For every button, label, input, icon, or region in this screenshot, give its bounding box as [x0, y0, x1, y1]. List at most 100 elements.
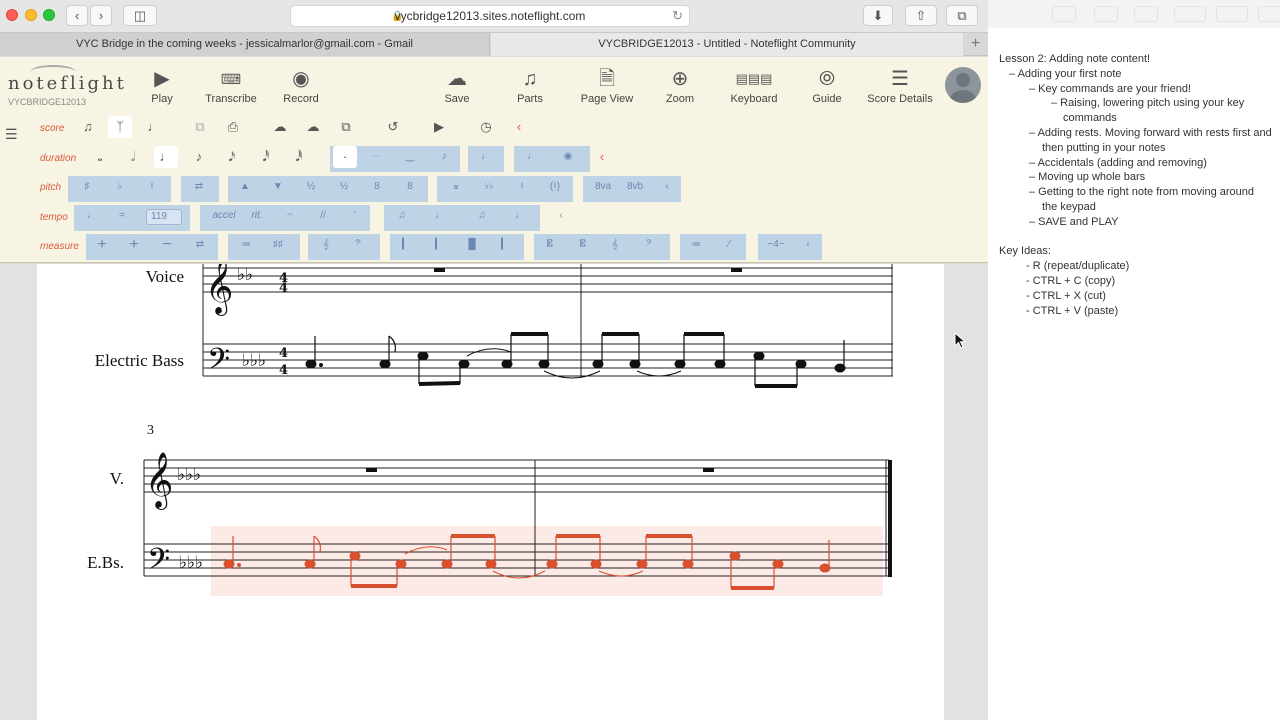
share-note-icon[interactable] [1258, 6, 1280, 22]
accel-icon[interactable]: accel [212, 205, 236, 227]
tenor-clef-icon[interactable]: 𝄡 [571, 234, 595, 256]
insert-measure-icon[interactable]: + [122, 234, 146, 256]
natural-icon[interactable]: ♮ [140, 176, 164, 198]
lower-half-step-icon[interactable]: ½ [332, 176, 356, 198]
volta-icon[interactable]: ≔ [684, 234, 708, 256]
zoom-button[interactable]: ⊕ Zoom [640, 65, 720, 105]
page-view-button[interactable]: 🗎 Page View [567, 65, 647, 105]
avatar[interactable] [945, 67, 981, 103]
lower-octave-icon[interactable]: 8 [398, 176, 422, 198]
enharmonic-icon[interactable]: ⇄ [187, 176, 211, 198]
media-icon[interactable] [1216, 6, 1248, 22]
collapse-icon[interactable]: ‹ [507, 116, 531, 138]
bass-8-clef-icon[interactable]: 𝄢 [637, 234, 661, 256]
tuning-fork-icon[interactable]: ᛉ [108, 116, 132, 138]
history-icon[interactable]: ↺ [381, 116, 405, 138]
whole-note-icon[interactable]: 𝅝 [88, 146, 112, 168]
raise-half-step-icon[interactable]: ½ [299, 176, 323, 198]
zoom-window-button[interactable] [43, 9, 55, 21]
menu-icon[interactable]: ☰ [5, 126, 23, 142]
share-button[interactable]: ⇧ [905, 5, 937, 26]
score-notation[interactable]: Voice Electric Bass 3 V. E.Bs. 𝄞 ♭♭ 4 4 … [37, 264, 944, 720]
lower-pitch-icon[interactable]: ▼ [266, 176, 290, 198]
notes-body[interactable]: Lesson 2: Adding note content! – Adding y… [999, 52, 1280, 318]
download-icon[interactable]: ☁ [301, 116, 325, 138]
swing-icon[interactable]: ♫ [390, 205, 414, 227]
double-sharp-icon[interactable]: 𝄪 [444, 176, 468, 198]
sharp-icon[interactable]: ♯ [75, 176, 99, 198]
sixteenth-note-icon[interactable]: 𝅘𝅥𝅯 [220, 146, 244, 168]
format-icon[interactable] [1134, 6, 1158, 22]
record-button[interactable]: ◉ Record [261, 65, 341, 105]
tempo-input[interactable]: 119 [146, 209, 182, 225]
table-icon[interactable] [1052, 6, 1076, 22]
tab-overview-button[interactable]: ⧉ [946, 5, 978, 26]
triplet-swing-icon[interactable]: ♩ [508, 205, 532, 227]
tab-noteflight[interactable]: VYCBRIDGE12013 - Untitled - Noteflight C… [491, 33, 963, 56]
courtesy-accidental-icon[interactable]: ♮ [510, 176, 534, 198]
shuffle-icon[interactable]: ♫ [470, 205, 494, 227]
back-button[interactable]: ‹ [66, 5, 88, 26]
pitch-collapse-icon[interactable]: ‹ [655, 176, 679, 198]
measure-collapse-icon[interactable]: ‹ [796, 234, 820, 256]
multi-rest-icon[interactable]: −4− [764, 234, 788, 256]
treble-clef-icon[interactable]: 𝄞 [314, 234, 338, 256]
score-details-button[interactable]: ☰ Score Details [860, 65, 940, 105]
score-sheet-icon[interactable]: ♩ [142, 116, 166, 138]
breath-mark-icon[interactable]: ’ [343, 205, 367, 227]
forward-button[interactable]: › [90, 5, 112, 26]
delete-measure-icon[interactable]: − [155, 234, 179, 256]
time-signature-icon[interactable]: ≔ [234, 234, 258, 256]
url-bar[interactable]: 🔒 vycbridge12013.sites.noteflight.com ↻ [290, 5, 690, 27]
reload-icon[interactable]: ↻ [672, 8, 683, 24]
bass-clef-icon[interactable]: 𝄢 [346, 234, 370, 256]
key-signature-icon[interactable]: ♯♯ [266, 234, 290, 256]
minimize-window-button[interactable] [25, 9, 37, 21]
raise-pitch-icon[interactable]: ▲ [233, 176, 257, 198]
double-dot-icon[interactable]: ·· [364, 146, 388, 168]
tempo-collapse-icon[interactable]: ‹ [549, 205, 573, 227]
caesura-icon[interactable]: // [311, 205, 335, 227]
grace-note-icon[interactable]: ♪ [432, 146, 456, 168]
rit-icon[interactable]: rit. [245, 205, 269, 227]
barline-repeat-icon[interactable]: ▎ [493, 234, 517, 256]
parts-button[interactable]: ♫ Parts [490, 65, 570, 105]
triplet-icon[interactable]: ♩ [474, 146, 498, 168]
straight-icon[interactable]: ♩ [428, 205, 452, 227]
eighth-note-icon[interactable]: ♪ [187, 146, 211, 168]
add-measure-icon[interactable]: + [90, 234, 114, 256]
ottava-up-icon[interactable]: 8va [591, 176, 615, 198]
upload-icon[interactable]: ☁ [268, 116, 292, 138]
tempo-note-icon[interactable]: ♩ [80, 205, 104, 227]
keyboard-button[interactable]: ▤▤▤ Keyboard [714, 65, 794, 105]
save-button[interactable]: ☁ Save [417, 65, 497, 105]
parenthesized-accidental-icon[interactable]: (♮) [543, 176, 567, 198]
instrument-icon[interactable]: ♫ [76, 116, 100, 138]
tie-icon[interactable]: ‿ [398, 146, 422, 168]
quarter-note-icon[interactable]: ♩ [154, 146, 178, 168]
barline-single-icon[interactable]: ▎ [394, 234, 418, 256]
barline-double-icon[interactable]: ▎ [427, 234, 451, 256]
flat-icon[interactable]: ♭ [108, 176, 132, 198]
metronome-icon[interactable]: ◷ [474, 116, 498, 138]
downloads-button[interactable]: ⬇ [863, 5, 893, 26]
lock-note-icon[interactable] [1174, 6, 1206, 22]
close-window-button[interactable] [6, 9, 18, 21]
fermata-icon[interactable]: 𝄐 [278, 205, 302, 227]
sidebar-toggle-button[interactable]: ◫ [123, 5, 157, 26]
treble-8-clef-icon[interactable]: 𝄞 [603, 234, 627, 256]
transcribe-button[interactable]: ⌨ Transcribe [191, 65, 271, 105]
voice-toggle-icon[interactable]: ◉ [556, 146, 580, 168]
tab-gmail[interactable]: VYC Bridge in the coming weeks - jessica… [0, 33, 490, 56]
print-icon[interactable]: ⎙ [221, 116, 245, 138]
duplicate-icon[interactable]: ⧉ [334, 116, 358, 138]
copy-icon[interactable]: ⧉ [188, 116, 212, 138]
new-tab-button[interactable]: + [963, 33, 988, 56]
play-button[interactable]: ▶ Play [122, 65, 202, 105]
alto-clef-icon[interactable]: 𝄡 [538, 234, 562, 256]
playback-icon[interactable]: ▶ [427, 116, 451, 138]
coda-icon[interactable]: ∕ [717, 234, 741, 256]
guide-button[interactable]: ⦾ Guide [787, 65, 867, 105]
raise-octave-icon[interactable]: 8 [365, 176, 389, 198]
voice-note-icon[interactable]: ♩ [520, 146, 544, 168]
